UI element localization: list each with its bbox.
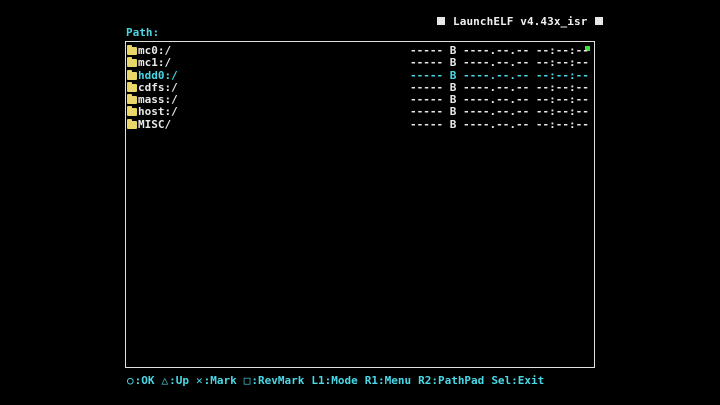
button-hint: □:RevMark [244, 374, 305, 387]
title-left-square-icon [437, 17, 445, 25]
path-label-text: Path: [126, 26, 160, 39]
button-hint-text: Sel:Exit [491, 374, 545, 387]
button-hint: ○:OK [127, 374, 155, 387]
button-hint: ✕:Mark [196, 374, 237, 387]
file-name: host:/ [138, 105, 178, 119]
button-hint: R1:Menu [365, 374, 411, 387]
file-size: ----- B [410, 56, 457, 70]
folder-icon [127, 45, 137, 55]
button-hint-text: R2:PathPad [418, 374, 485, 387]
button-hints-bar: ○:OK △:Up ✕:Mark □:RevMark L1:Mode R1:Menu R2:… [127, 374, 551, 387]
button-hint-text: :Mark [203, 374, 237, 387]
folder-icon [127, 57, 137, 68]
circle-button-icon: ○ [127, 374, 134, 387]
file-browser-panel: mc0:/----- B ----.--.-- --:--:-- mc1:/---… [125, 41, 595, 368]
folder-icon [127, 94, 137, 105]
folder-icon [127, 106, 137, 117]
title-right-square-icon [595, 17, 604, 25]
file-date: ----.--.-- --:--:-- [462, 68, 589, 82]
file-size: ----- B [410, 68, 457, 82]
file-list-item[interactable]: MISC/ ----- B ----.--.-- --:--:-- [127, 117, 589, 131]
folder-icon [127, 81, 137, 92]
file-date: ----.--.-- --:--:-- [462, 117, 589, 131]
file-name: mc1:/ [138, 56, 172, 70]
file-size: ----- B [410, 105, 457, 119]
app-title: LaunchELF v4.43x_isr [453, 14, 588, 28]
button-hint: R2:PathPad [418, 374, 484, 387]
square-button-icon: □ [243, 374, 251, 387]
file-size: ----- B [410, 117, 457, 131]
button-hint-text: R1:Menu [364, 374, 412, 387]
file-meta: ----- B ----.--.-- --:--:-- [410, 117, 589, 131]
file-date: ----.--.-- --:--:-- [462, 44, 589, 57]
button-hint-text: :OK [134, 374, 155, 387]
file-date: ----.--.-- --:--:-- [462, 93, 589, 107]
file-list: mc0:/----- B ----.--.-- --:--:-- mc1:/---… [127, 44, 589, 131]
file-size: ----- B [410, 93, 457, 107]
button-hint: L1:Mode [311, 374, 357, 387]
button-hint-text: :RevMark [251, 374, 305, 387]
file-size: ----- B [410, 80, 457, 94]
folder-icon [127, 118, 137, 129]
file-name: MISC/ [138, 117, 172, 131]
path-label: Path: [126, 26, 159, 39]
button-hint-text: :Up [169, 374, 189, 387]
triangle-button-icon: △ [161, 374, 169, 387]
file-date: ----.--.-- --:--:-- [462, 56, 589, 70]
button-hint: Sel:Exit [491, 374, 544, 387]
file-date: ----.--.-- --:--:-- [462, 80, 589, 94]
file-date: ----.--.-- --:--:-- [462, 105, 589, 119]
button-hint-text: L1:Mode [311, 374, 358, 387]
cross-button-icon: ✕ [196, 374, 203, 387]
file-size: ----- B [410, 44, 457, 57]
folder-icon [127, 69, 137, 80]
title-bar: LaunchELF v4.43x_isr [437, 14, 604, 28]
button-hint: △:Up [162, 374, 190, 387]
